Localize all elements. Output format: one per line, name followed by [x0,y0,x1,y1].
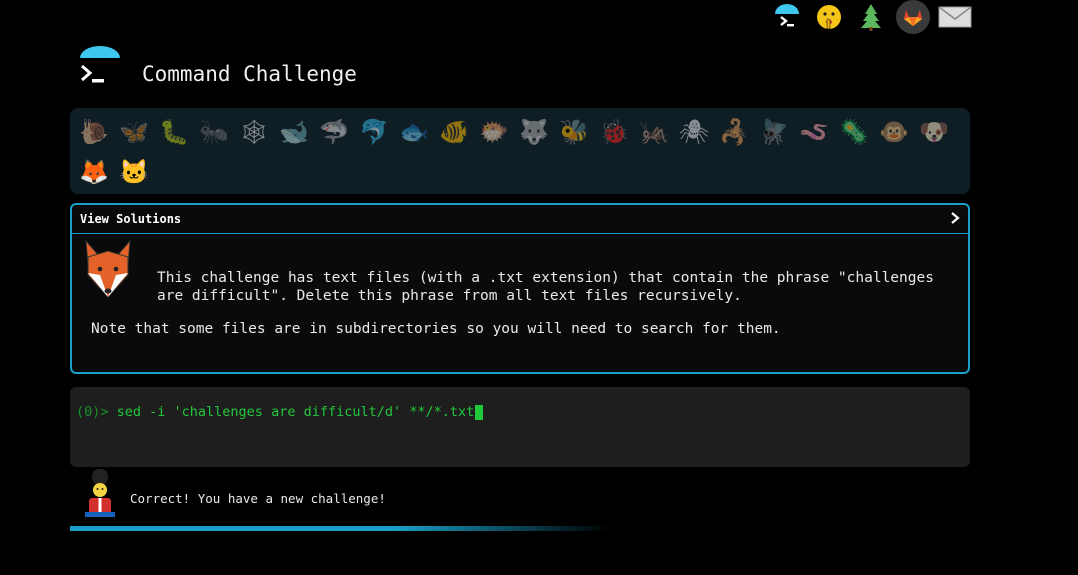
challenge-description: This challenge has text files (with a .t… [157,270,934,304]
chevron-right-icon[interactable] [950,211,960,227]
butterfly-icon[interactable]: 🦋 [114,112,154,152]
fox-avatar-icon [82,239,134,305]
whale-icon[interactable]: 🐋 [274,112,314,152]
ant-icon[interactable]: 🐜 [194,112,234,152]
challenge-animal-list: 🐌 🦋 🐛 🐜 🕸 🐋 🦈 🐬 🐟 🐠 🐡 🐺 🐝 🐞 🦗 🕷 🦂 🪰 🪱 🦠 🐵 🐶 🦊 🐱 [70,108,970,194]
result-message: Correct! You have a new challenge! [130,491,386,506]
progress-bar [70,526,610,531]
terminal-command[interactable]: sed -i 'challenges are difficult/d' **/*… [117,404,475,420]
tropical-fish-icon[interactable]: 🐠 [434,112,474,152]
challenge-note: Note that some files are in subdirectori… [91,321,781,337]
shark-icon[interactable]: 🦈 [314,112,354,152]
brand [76,46,124,90]
spider-web-icon[interactable]: 🕸 [234,112,274,152]
guard-avatar-icon [82,468,118,522]
wolf-icon[interactable]: 🐺 [514,112,554,152]
monkey-icon[interactable]: 🐵 [874,112,914,152]
snail-icon[interactable]: 🐌 [74,112,114,152]
ladybug-icon[interactable]: 🐞 [594,112,634,152]
caterpillar-icon[interactable]: 🐛 [154,112,194,152]
bee-icon[interactable]: 🐝 [554,112,594,152]
spider-icon[interactable]: 🕷 [674,112,714,152]
shushing-face-icon[interactable] [812,0,846,34]
terminal-cursor [475,404,484,420]
fox-icon[interactable]: 🦊 [74,152,114,192]
tree-icon[interactable] [854,0,888,34]
cricket-icon[interactable]: 🦗 [634,112,674,152]
mail-icon[interactable] [938,0,972,34]
terminal-line[interactable]: (0)> sed -i 'challenges are difficult/d'… [76,404,484,420]
terminal-prompt: (0)> [76,404,117,420]
dolphin-icon[interactable]: 🐬 [354,112,394,152]
terminal-input-area[interactable]: (0)> sed -i 'challenges are difficult/d'… [70,387,970,467]
scorpion-icon[interactable]: 🦂 [714,112,754,152]
cat-icon[interactable]: 🐱 [114,152,154,192]
fly-icon[interactable]: 🪰 [754,112,794,152]
result-area: Correct! You have a new challenge! [82,468,386,522]
dog-icon[interactable]: 🐶 [914,112,954,152]
gitlab-icon[interactable] [896,0,930,34]
view-solutions-label: View Solutions [80,212,182,226]
page-title[interactable]: Command Challenge [142,62,357,86]
solutions-panel: View Solutions This challenge has text f… [70,203,970,374]
terminal-icon[interactable] [770,0,804,34]
worm-icon[interactable]: 🪱 [794,112,834,152]
top-icon-bar [770,0,972,34]
view-solutions-toggle[interactable]: View Solutions [72,205,968,234]
microbe-icon[interactable]: 🦠 [834,112,874,152]
blowfish-icon[interactable]: 🐡 [474,112,514,152]
command-challenge-logo[interactable] [76,46,124,90]
fish-icon[interactable]: 🐟 [394,112,434,152]
